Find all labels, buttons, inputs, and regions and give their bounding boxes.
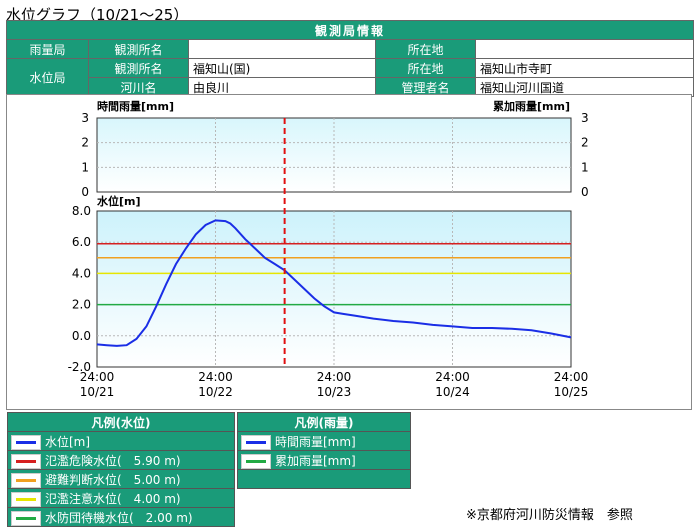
legend-swatch-yellow-icon xyxy=(11,491,41,507)
legend-water-item-standby: 水防団待機水位( 2.00 m) xyxy=(7,507,235,527)
rainfall-y-right-tick-label: 1 xyxy=(581,160,589,174)
legend-water-level: 凡例(水位) 水位[m] 氾濫危険水位( 5.90 m) 避難判断水位( 5.0… xyxy=(7,412,235,527)
x-tick-date-label: 10/25 xyxy=(554,385,589,399)
x-tick-date-label: 10/23 xyxy=(317,385,352,399)
station-info-table: 観測局情報 雨量局 観測所名 所在地 水位局 観測所名 福知山(国) 所在地 福… xyxy=(5,20,695,97)
x-tick-date-label: 10/22 xyxy=(198,385,233,399)
x-tick-time-label: 24:00 xyxy=(435,370,470,384)
rainfall-y-tick-label: 3 xyxy=(81,111,89,125)
water-y-tick-label: 6.0 xyxy=(72,235,91,249)
rainfall-left-axis-label: 時間雨量[mm] xyxy=(97,99,174,113)
legend-rain-empty-row xyxy=(237,469,411,489)
water-station-location-value: 福知山市寺町 xyxy=(474,58,695,78)
rainfall-station-name-value xyxy=(188,39,376,59)
legend-rain-header: 凡例(雨量) xyxy=(237,412,411,432)
rainfall-y-right-tick-label: 2 xyxy=(581,136,589,150)
water-level-panel: 水位[m] -2.00.02.04.06.08.0 xyxy=(68,194,572,374)
legend-swatch-orange-icon xyxy=(11,472,41,488)
legend-water-item-level: 水位[m] xyxy=(7,431,235,451)
water-y-tick-label: 4.0 xyxy=(72,266,91,280)
rainfall-station-location-value xyxy=(474,39,695,59)
station-info-header: 観測局情報 xyxy=(5,20,695,40)
water-level-axis-label: 水位[m] xyxy=(97,194,141,208)
water-station-location-label: 所在地 xyxy=(375,58,476,78)
rainfall-panel: 時間雨量[mm] 累加雨量[mm] 0 0 1 1 2 2 3 3 xyxy=(81,99,588,199)
water-y-tick-label: 8.0 xyxy=(72,204,91,218)
x-tick-time-label: 24:00 xyxy=(198,370,233,384)
legend-water-item-evacuation: 避難判断水位( 5.00 m) xyxy=(7,469,235,489)
x-tick-date-label: 10/21 xyxy=(80,385,115,399)
legend-water-item-caution: 氾濫注意水位( 4.00 m) xyxy=(7,488,235,508)
legend-swatch-blue-icon xyxy=(11,434,41,450)
x-tick-time-label: 24:00 xyxy=(554,370,589,384)
chart-frame: 時間雨量[mm] 累加雨量[mm] 00112233 水位[m] -2.0 0.0… xyxy=(6,94,692,410)
water-level-chart: 時間雨量[mm] 累加雨量[mm] 0 01 12 23 3 水位[m] -2.00.0… xyxy=(68,99,589,399)
rainfall-y-tick-label: 2 xyxy=(81,136,89,150)
rainfall-y-right-tick-label: 3 xyxy=(581,111,589,125)
x-tick-date-label: 10/24 xyxy=(435,385,470,399)
rainfall-station-label: 雨量局 xyxy=(6,39,89,59)
water-station-label: 水位局 xyxy=(6,58,89,97)
legend-swatch-green-icon xyxy=(11,510,41,526)
x-tick-time-label: 24:00 xyxy=(80,370,115,384)
legend-water-item-danger: 氾濫危険水位( 5.90 m) xyxy=(7,450,235,470)
legend-rain-item-hourly: 時間雨量[mm] xyxy=(237,431,411,451)
water-station-name-label: 観測所名 xyxy=(88,58,189,78)
water-y-tick-label: 0.0 xyxy=(72,329,91,343)
legend-rainfall: 凡例(雨量) 時間雨量[mm] 累加雨量[mm] xyxy=(237,412,411,489)
rainfall-y-tick-label: 0 xyxy=(81,185,89,199)
rainfall-y-tick-label: 1 xyxy=(81,160,89,174)
legend-swatch-blue-icon xyxy=(241,434,271,450)
rainfall-right-axis-label: 累加雨量[mm] xyxy=(493,99,570,113)
rainfall-y-right-tick-label: 0 xyxy=(581,185,589,199)
source-note: ※京都府河川防災情報 参照 xyxy=(466,508,633,523)
water-station-name-value: 福知山(国) xyxy=(188,58,376,78)
rainfall-station-name-label: 観測所名 xyxy=(88,39,189,59)
legend-swatch-red-icon xyxy=(11,453,41,469)
water-y-tick-label: 2.0 xyxy=(72,298,91,312)
x-tick-time-label: 24:00 xyxy=(317,370,352,384)
rainfall-station-location-label: 所在地 xyxy=(375,39,476,59)
legend-rain-item-cumulative: 累加雨量[mm] xyxy=(237,450,411,470)
legend-water-header: 凡例(水位) xyxy=(7,412,235,432)
legend-swatch-green-icon xyxy=(241,453,271,469)
